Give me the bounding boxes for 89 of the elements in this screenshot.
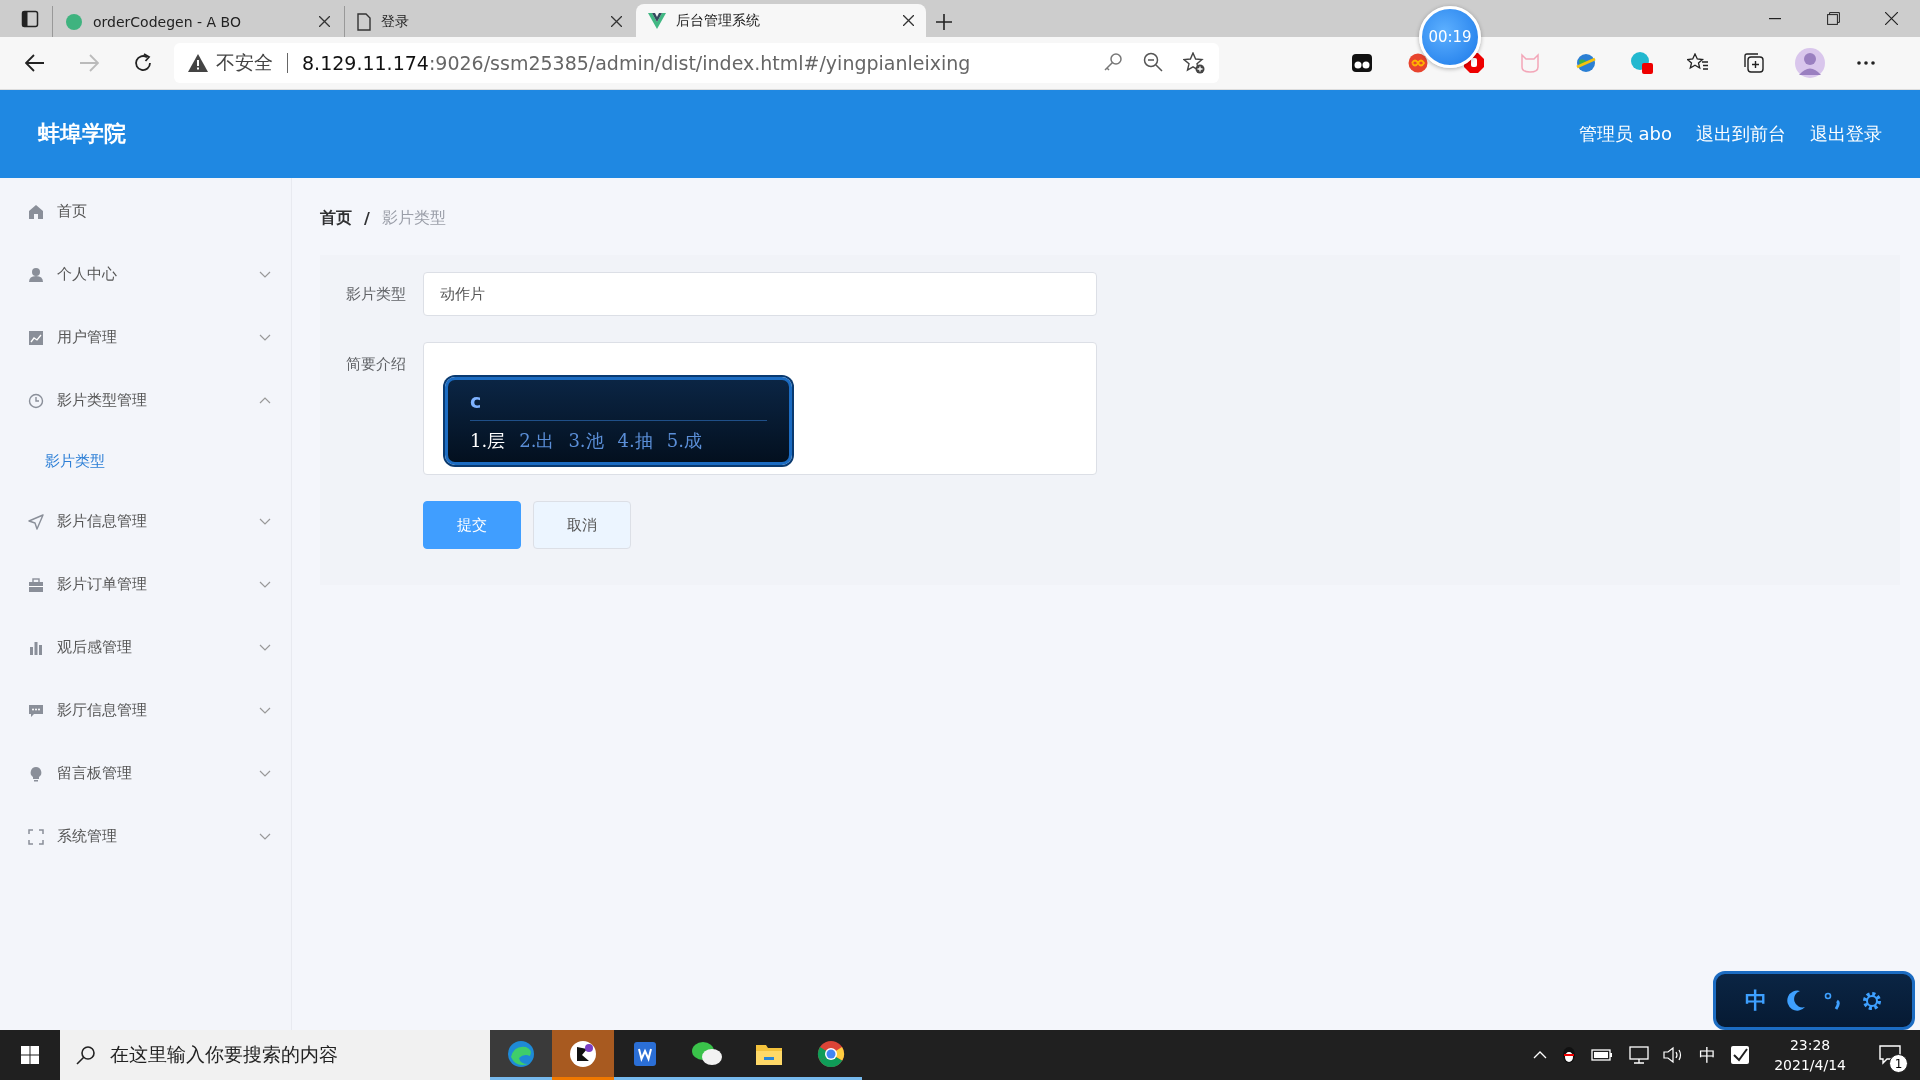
chevron-up-icon[interactable] bbox=[1533, 1051, 1548, 1059]
moon-icon[interactable] bbox=[1785, 989, 1806, 1012]
tab-actions-icon[interactable] bbox=[21, 9, 39, 28]
brand-title: 蚌埠学院 bbox=[38, 120, 126, 148]
close-tab-icon[interactable] bbox=[611, 16, 622, 27]
more-icon[interactable] bbox=[1857, 61, 1875, 65]
avatar-icon[interactable] bbox=[1795, 48, 1825, 78]
menu-item[interactable]: 首页 bbox=[0, 180, 291, 243]
chevron-down-icon bbox=[259, 707, 271, 714]
menu-item[interactable]: 影片订单管理 bbox=[0, 553, 291, 616]
minimize-icon[interactable] bbox=[1769, 17, 1781, 20]
ime-candidate[interactable]: 4.抽 bbox=[617, 429, 653, 453]
chevron-down-icon bbox=[259, 334, 271, 341]
menu-icon bbox=[28, 639, 44, 656]
star-add-icon[interactable] bbox=[1183, 52, 1205, 74]
menu-item[interactable]: 用户管理 bbox=[0, 306, 291, 369]
penguin-icon[interactable] bbox=[1561, 1045, 1578, 1065]
menu-icon bbox=[28, 828, 44, 845]
app-icon[interactable] bbox=[568, 1038, 598, 1069]
header-link[interactable]: 退出到前台 bbox=[1696, 122, 1786, 146]
ime-candidate[interactable]: 3.池 bbox=[568, 429, 604, 453]
input-field[interactable]: 动作片 bbox=[423, 272, 1097, 316]
close-tab-icon[interactable] bbox=[319, 16, 330, 27]
menu-item[interactable]: 观后感管理 bbox=[0, 616, 291, 679]
menu-item[interactable]: 影片信息管理 bbox=[0, 490, 291, 553]
input-mode-indicator[interactable]: 中 bbox=[1699, 1043, 1717, 1067]
chevron-down-icon bbox=[259, 770, 271, 777]
menu-item[interactable]: 影厅信息管理 bbox=[0, 679, 291, 742]
chevron-down-icon bbox=[259, 581, 271, 588]
chevron-down-icon bbox=[259, 644, 271, 651]
menu-icon bbox=[28, 266, 44, 283]
field-label: 简要介绍 bbox=[346, 354, 407, 375]
network-icon[interactable] bbox=[1627, 1046, 1650, 1064]
menu-icon bbox=[28, 765, 44, 782]
restore-icon[interactable] bbox=[1826, 12, 1840, 25]
windows-start-icon[interactable] bbox=[21, 1046, 39, 1064]
cancel-button[interactable]: 取消 bbox=[533, 501, 631, 549]
extension-icon[interactable] bbox=[1351, 53, 1373, 73]
tray-app-icon[interactable] bbox=[1730, 1045, 1751, 1065]
ime-candidate[interactable]: 1.层 bbox=[470, 429, 506, 453]
field-label: 影片类型 bbox=[346, 284, 407, 305]
ime-composition: c bbox=[470, 390, 767, 421]
settings-icon[interactable] bbox=[1860, 989, 1883, 1012]
breadcrumb-item[interactable]: 首页 bbox=[320, 207, 352, 229]
user-label: 管理员 abo bbox=[1578, 122, 1672, 146]
breadcrumb-item: 影片类型 bbox=[381, 207, 446, 229]
menu-icon bbox=[28, 329, 44, 346]
chevron-down-icon bbox=[259, 271, 271, 278]
globe-icon[interactable] bbox=[1575, 52, 1597, 74]
address-bar[interactable]: 不安全 8.129.11.174:9026/ssm25385/admin/dist/index.html#/yingpianleixing bbox=[174, 43, 1219, 83]
search-icon bbox=[76, 1045, 96, 1065]
menu-icon bbox=[28, 702, 44, 719]
warning-icon[interactable] bbox=[188, 54, 208, 72]
breadcrumb-separator: / bbox=[364, 208, 370, 228]
ime-candidate[interactable]: 2.出 bbox=[519, 429, 555, 453]
browser-tab[interactable]: 后台管理系统 bbox=[636, 4, 926, 37]
header-link[interactable]: 退出登录 bbox=[1810, 122, 1882, 146]
submenu-item[interactable]: 影片类型 bbox=[0, 432, 291, 490]
menu-item[interactable]: 留言板管理 bbox=[0, 742, 291, 805]
battery-icon[interactable] bbox=[1591, 1048, 1614, 1062]
menu-icon bbox=[28, 203, 44, 220]
menu-icon bbox=[28, 513, 44, 530]
menu-item[interactable]: 系统管理 bbox=[0, 805, 291, 868]
close-icon[interactable] bbox=[1884, 12, 1898, 25]
notification-count: 1 bbox=[1889, 1054, 1908, 1073]
chevron-down-icon bbox=[259, 833, 271, 840]
zoom-out-icon[interactable] bbox=[1143, 52, 1163, 72]
menu-icon bbox=[28, 392, 44, 409]
refresh-icon[interactable] bbox=[133, 53, 153, 73]
ime-candidate[interactable]: 5.成 bbox=[666, 429, 702, 453]
clock[interactable]: 23:28 2021/4/14 bbox=[1764, 1035, 1856, 1075]
chevron-down-icon bbox=[259, 518, 271, 525]
chrome-icon[interactable] bbox=[816, 1038, 846, 1069]
menu-icon bbox=[28, 576, 44, 593]
key-icon[interactable] bbox=[1103, 52, 1123, 72]
browser-icon[interactable] bbox=[506, 1038, 536, 1069]
word-icon[interactable] bbox=[631, 1039, 659, 1068]
back-icon[interactable] bbox=[25, 54, 45, 72]
favorites-icon[interactable] bbox=[1687, 53, 1709, 73]
new-tab-icon[interactable] bbox=[936, 13, 952, 30]
close-tab-icon[interactable] bbox=[903, 15, 914, 26]
collections-icon[interactable] bbox=[1743, 52, 1765, 74]
taskbar-search-field[interactable]: 在这里输入你要搜索的内容 bbox=[60, 1030, 490, 1080]
ime-mode-toggle[interactable]: 中 bbox=[1745, 985, 1768, 1016]
punctuation-icon[interactable] bbox=[1824, 990, 1843, 1011]
page-icon bbox=[357, 12, 371, 31]
chevron-up-icon bbox=[259, 397, 271, 404]
menu-item[interactable]: 个人中心 bbox=[0, 243, 291, 306]
menu-item[interactable]: 影片类型管理 bbox=[0, 369, 291, 432]
